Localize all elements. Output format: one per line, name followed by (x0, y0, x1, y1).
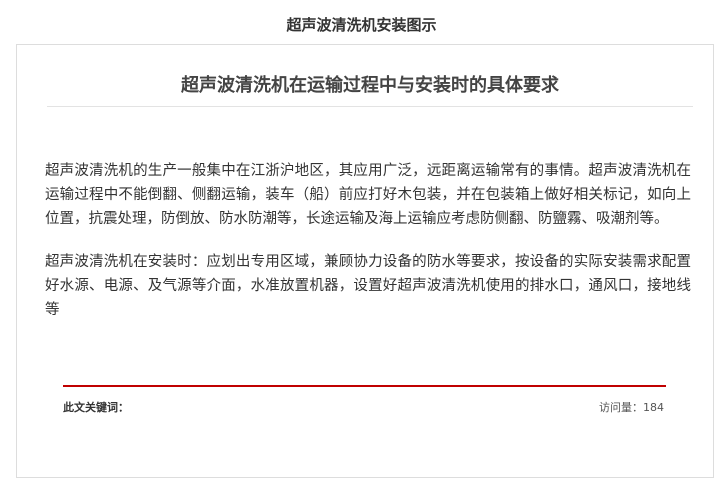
article-card: 超声波清洗机在运输过程中与安装时的具体要求 超声波清洗机的生产一般集中在江浙沪地… (16, 44, 714, 478)
visit-counter-label: 访问量： (599, 401, 643, 414)
page-heading: 超声波清洗机安装图示 (286, 16, 437, 34)
article-body: 超声波清洗机的生产一般集中在江浙沪地区，其应用广泛，远距离运输常有的事情。超声波… (45, 159, 691, 341)
article-title: 超声波清洗机在运输过程中与安装时的具体要求 (181, 75, 559, 96)
keywords-label: 此文关键词： (63, 401, 129, 414)
visit-counter: 访问量：184 (599, 400, 664, 416)
visit-counter-value: 184 (643, 401, 664, 414)
title-divider (47, 106, 693, 107)
article-paragraph-installation: 超声波清洗机在安装时：应划出专用区域，兼顾协力设备的防水等要求，按设备的实际安装… (45, 254, 691, 318)
footer-divider (63, 385, 666, 387)
article-paragraph-transport: 超声波清洗机的生产一般集中在江浙沪地区，其应用广泛，远距离运输常有的事情。超声波… (45, 163, 691, 227)
